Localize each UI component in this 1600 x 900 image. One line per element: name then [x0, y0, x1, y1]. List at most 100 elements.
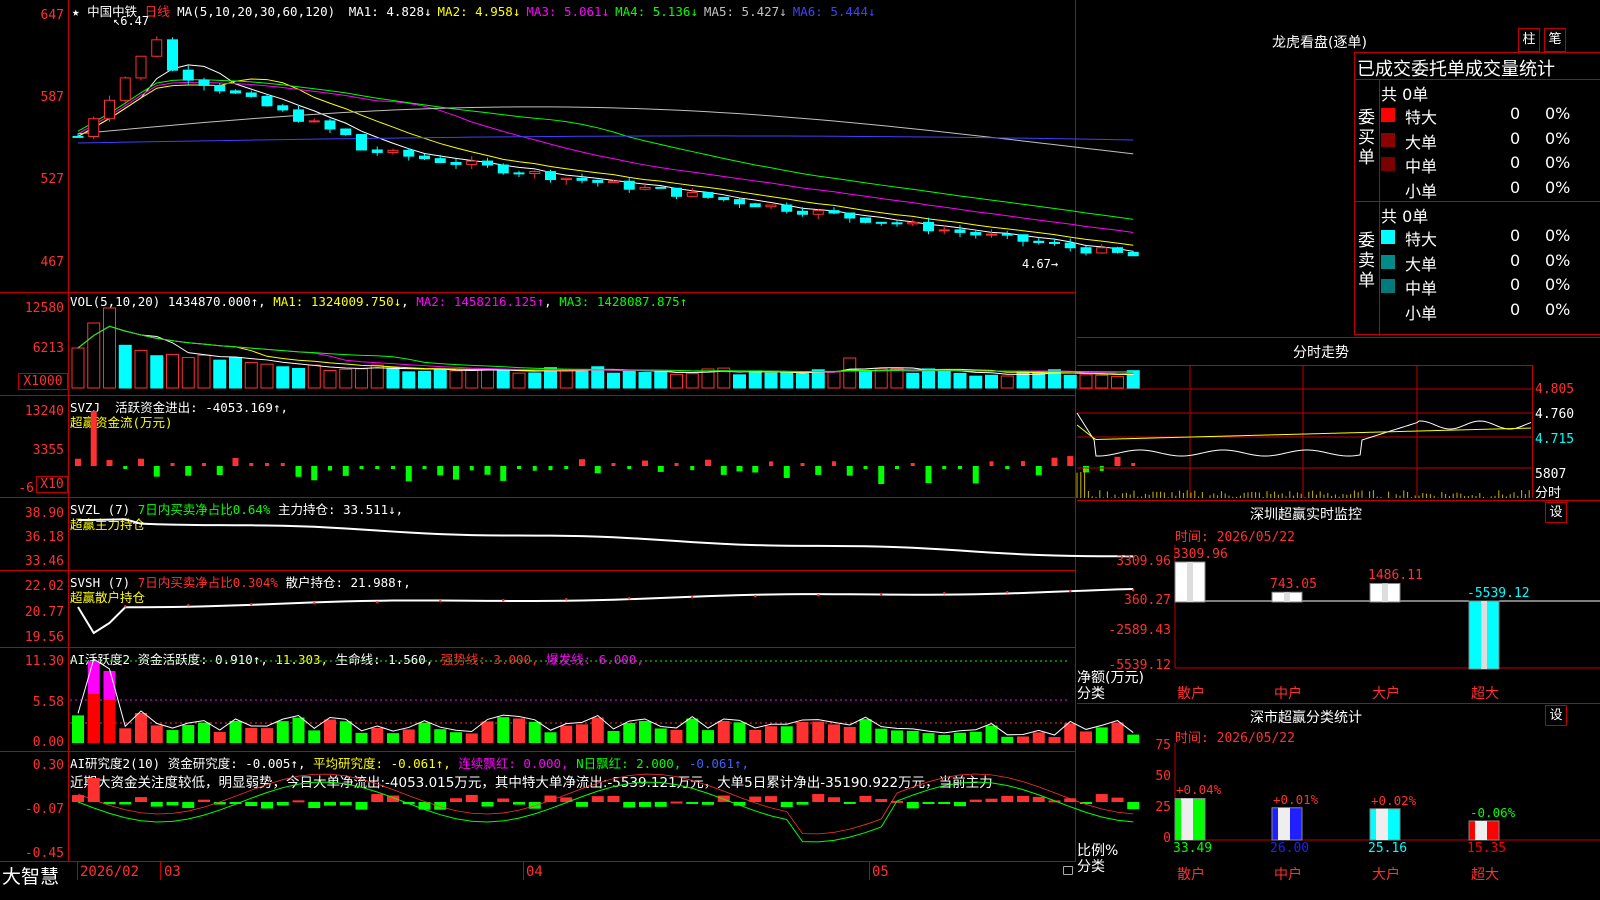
candle-body: [151, 39, 163, 57]
svzj-bar: [375, 466, 380, 469]
research-bar: [528, 802, 541, 809]
sz-category: 大户: [1372, 686, 1400, 702]
ai-activity-panel[interactable]: AI活跃度2 资金活跃度: 0.910↑, 11.303, 生命线: 1.560…: [0, 648, 1140, 752]
svsh-dot: [187, 604, 190, 607]
buy-row-name: 大单: [1405, 132, 1438, 152]
svsh-panel[interactable]: SVSH (7) 7日内买卖净占比0.304% 散户持仓: 21.988↑, 超…: [0, 571, 1135, 648]
candle-body: [245, 92, 257, 97]
volume-bar: [764, 372, 778, 389]
fl-value: 26.00: [1270, 841, 1310, 856]
activity-bar: [796, 721, 809, 743]
svzj-bar: [90, 411, 97, 466]
activity-bar: [72, 715, 84, 743]
candle-body: [938, 229, 950, 232]
volume-bar: [433, 368, 447, 389]
sell-row-pct: 0%: [1545, 250, 1571, 270]
volume-bar: [843, 357, 857, 389]
activity-bar: [828, 724, 840, 743]
svzj-bar: [517, 466, 521, 469]
ma-line-6: [77, 135, 1134, 144]
buy-row-pct: 0%: [1545, 177, 1571, 197]
sell-row-count: 0: [1510, 250, 1521, 270]
sz-y-tick: 360.27: [1124, 593, 1171, 608]
intraday-vol-label: 分时: [1535, 486, 1562, 501]
buy-row-name: 特大: [1405, 108, 1438, 127]
svzj-bar: [185, 466, 192, 476]
svzj-panel[interactable]: SVZJ 活跃资金进出: -4053.169↑, 超赢资金流(万元) 13240…: [0, 396, 1136, 498]
volume-panel[interactable]: VOL(5,10,20) 1434870.000↑, MA1: 1324009.…: [0, 293, 1140, 396]
research-bar: [985, 798, 998, 802]
volume-bar: [528, 372, 542, 389]
svzj-bar: [484, 466, 491, 475]
research-bar: [308, 802, 321, 808]
sell-row-name: 大单: [1405, 254, 1438, 274]
ai-research-panel[interactable]: AI研究度2(10) 资金研究度: -0.005↑, 平均研究度: -0.061…: [0, 752, 1140, 862]
svzj-chart[interactable]: [0, 396, 1136, 498]
svsh-dot: [376, 601, 379, 604]
candle-body: [608, 180, 619, 183]
svzl-panel[interactable]: SVZL (7) 7日内买卖净占比0.64% 主力持仓: 33.511↓, 超赢…: [0, 498, 1134, 571]
intraday-title: 分时走势: [1293, 345, 1349, 361]
activity-bar: [150, 725, 163, 743]
activity-bar: [702, 730, 714, 743]
svzj-bar: [405, 466, 412, 482]
activity-bar: [733, 722, 746, 743]
kline-chart[interactable]: [0, 0, 1139, 293]
svsh-chart[interactable]: [0, 571, 1135, 648]
svzl-chart[interactable]: [0, 498, 1134, 571]
sell-row-count: 0: [1510, 299, 1521, 319]
activity-bar: [513, 718, 525, 743]
kline-panel[interactable]: ★ 中国中铁 日线 MA(5,10,20,30,60,120) MA1: 4.8…: [0, 0, 1139, 293]
svzj-bar: [657, 466, 664, 472]
fl-pct-label: +0.04%: [1176, 782, 1222, 798]
activity-bar: [780, 726, 793, 743]
research-bar: [859, 795, 872, 802]
fl-category: 中户: [1274, 867, 1302, 883]
activity-bar: [528, 721, 541, 743]
svzj-bar: [469, 466, 474, 471]
volume-bar: [796, 373, 809, 389]
activity-bar: [198, 722, 210, 743]
candle-body: [497, 164, 509, 174]
research-line: [77, 781, 1134, 843]
svzj-bar: [674, 463, 679, 466]
sz-category: 超大: [1471, 686, 1499, 702]
volume-bar: [181, 357, 195, 389]
tick-mode-button[interactable]: 笔: [1544, 28, 1566, 52]
sell-row-swatch: [1381, 254, 1395, 269]
ai-activity-chart[interactable]: [0, 648, 1140, 752]
research-bar: [922, 802, 935, 804]
ai-research-chart[interactable]: [0, 752, 1140, 862]
candle-body: [655, 186, 667, 189]
lock-icon[interactable]: [1063, 866, 1073, 875]
svzj-bar: [564, 466, 569, 469]
research-bar: [245, 802, 258, 807]
svzj-bar: [925, 466, 932, 484]
research-bar: [276, 802, 289, 806]
svsh-dot: [1006, 591, 1009, 594]
volume-bar: [244, 362, 258, 389]
research-bar: [182, 802, 195, 808]
activity-bar: [1032, 732, 1045, 743]
candle-body: [167, 39, 178, 71]
volume-bar: [197, 354, 211, 389]
volume-chart[interactable]: [0, 293, 1140, 396]
bar-mode-button[interactable]: 柱: [1518, 28, 1540, 52]
svzj-bar: [422, 466, 427, 469]
candle-body: [387, 149, 399, 153]
intraday-vol-tick: 5807: [1535, 467, 1567, 482]
sell-row-count: 0: [1510, 226, 1521, 245]
buy-row-name: 小单: [1405, 181, 1438, 201]
activity-bar: [639, 720, 651, 743]
intraday-chart[interactable]: [1076, 365, 1533, 498]
svsh-dot: [502, 599, 505, 602]
volume-bar: [260, 363, 274, 389]
svsh-dot: [1069, 590, 1072, 593]
activity-bar: [875, 728, 888, 743]
volume-bar: [150, 355, 164, 389]
sell-row-name: 小单: [1405, 303, 1438, 323]
sell-row-name: 中单: [1405, 279, 1438, 298]
fl-y-tick: 0: [1163, 831, 1171, 846]
svsh-dot: [565, 598, 568, 601]
sell-row-name: 特大: [1405, 230, 1438, 249]
